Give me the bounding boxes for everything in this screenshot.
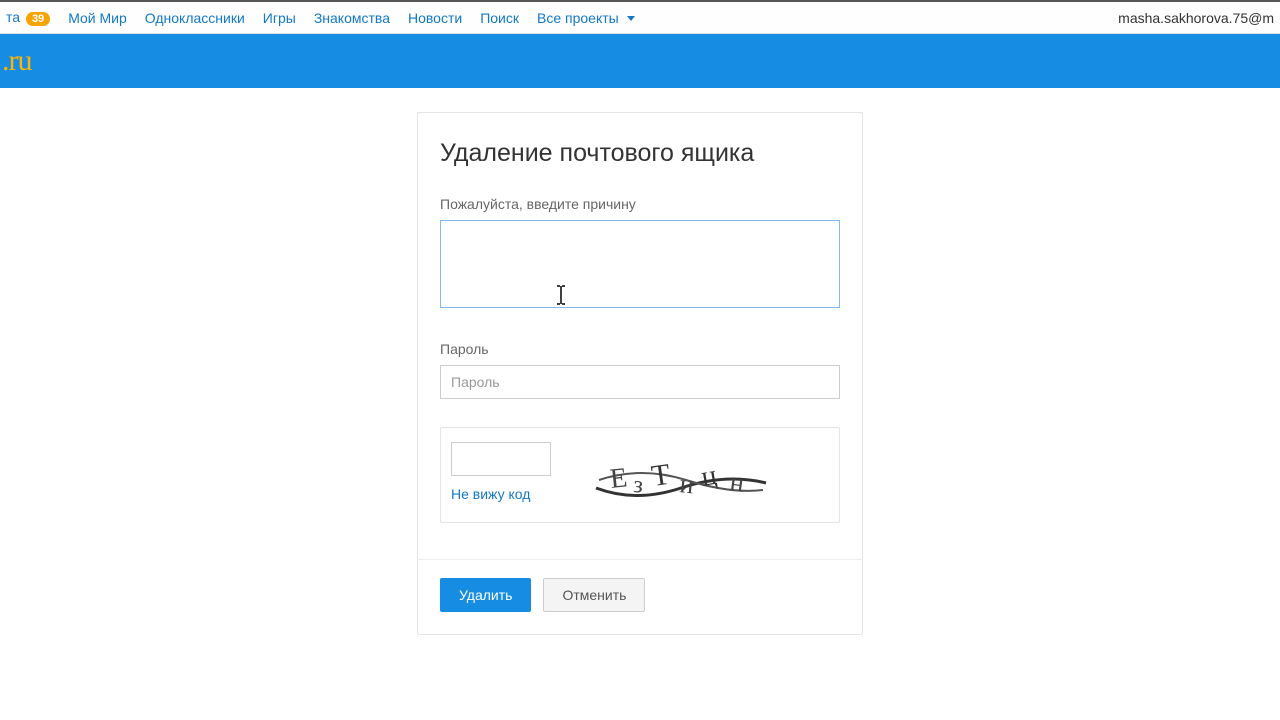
nav-item-moymir[interactable]: Мой Мир [68, 10, 127, 26]
captcha-section: Не вижу код Е з Т и ц н [440, 427, 840, 523]
mail-badge: 39 [26, 12, 50, 26]
site-header: .ru [0, 34, 1280, 88]
reason-label: Пожалуйста, введите причину [440, 196, 840, 212]
nav-item-news[interactable]: Новости [408, 10, 462, 26]
captcha-left: Не вижу код [451, 442, 551, 502]
chevron-down-icon [627, 16, 635, 21]
captcha-input[interactable] [451, 442, 551, 476]
svg-text:ц: ц [699, 460, 719, 493]
nav-item-all-projects[interactable]: Все проекты [537, 10, 635, 26]
nav-item-search[interactable]: Поиск [480, 10, 519, 26]
user-email[interactable]: masha.sakhorova.75@m [1118, 10, 1274, 26]
nav-left: та 39 Мой Мир Одноклассники Игры Знакомс… [6, 9, 635, 26]
nav-label: та [6, 9, 20, 25]
svg-text:з: з [633, 472, 644, 499]
svg-text:Т: Т [649, 458, 672, 493]
cancel-button[interactable]: Отменить [543, 578, 645, 612]
page-title: Удаление почтового ящика [440, 139, 840, 168]
nav-item-dating[interactable]: Знакомства [314, 10, 390, 26]
top-navigation: та 39 Мой Мир Одноклассники Игры Знакомс… [0, 0, 1280, 34]
svg-text:и: и [678, 469, 695, 499]
reason-input[interactable] [440, 220, 840, 308]
main-content: Удаление почтового ящика Пожалуйста, вве… [0, 88, 1280, 635]
captcha-image: Е з Т и ц н [591, 448, 771, 508]
nav-label: Все проекты [537, 10, 619, 26]
logo[interactable]: .ru [0, 44, 32, 78]
delete-account-form: Удаление почтового ящика Пожалуйста, вве… [417, 112, 863, 635]
nav-item-games[interactable]: Игры [263, 10, 296, 26]
password-label: Пароль [440, 341, 840, 357]
nav-item-odnoklassniki[interactable]: Одноклассники [145, 10, 245, 26]
password-input[interactable] [440, 365, 840, 399]
svg-text:Е: Е [608, 462, 628, 495]
divider [418, 559, 862, 560]
form-actions: Удалить Отменить [440, 578, 840, 612]
nav-item-mail[interactable]: та 39 [6, 9, 50, 26]
svg-text:н: н [728, 467, 746, 498]
delete-button[interactable]: Удалить [440, 578, 531, 612]
captcha-reload-link[interactable]: Не вижу код [451, 486, 551, 502]
